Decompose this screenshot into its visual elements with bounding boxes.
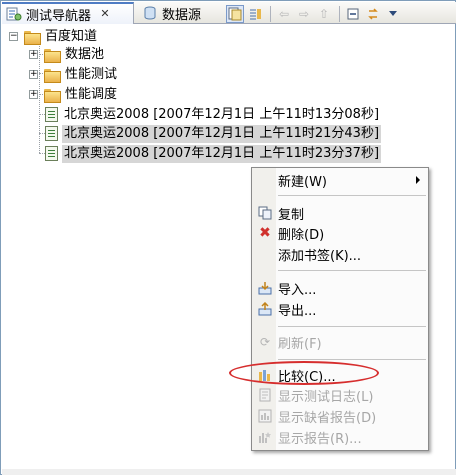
context-menu: 新建(W) 复制 ✖ 删除(D) 添加书签(K)... 导入... 导出... … — [251, 167, 429, 451]
copy-icon — [257, 205, 273, 221]
tree-item-label: 性能调度 — [65, 86, 118, 102]
menu-item-label: 添加书签(K)... — [278, 248, 362, 264]
menu-item-new[interactable]: 新建(W) — [252, 170, 428, 190]
tree-item-folder[interactable]: + 数据池 — [29, 45, 106, 64]
submenu-arrow-icon — [416, 176, 420, 184]
menu-item-label: 显示报告(R)... — [278, 431, 362, 447]
collapse-toggle-icon[interactable]: − — [9, 32, 18, 41]
tab-test-navigator[interactable]: 测试导航器 ✕ — [2, 2, 134, 24]
menu-item-refresh[interactable]: ⟳ 刷新(F) — [252, 332, 428, 352]
folder-icon — [44, 88, 61, 103]
tree-item-label: 性能测试 — [65, 66, 118, 82]
link-editor-icon[interactable] — [246, 5, 264, 23]
menu-item-copy[interactable]: 复制 — [252, 203, 428, 223]
view-menu-icon[interactable] — [384, 5, 402, 23]
delete-icon: ✖ — [259, 225, 271, 241]
view-toolbar: ⇦ ⇨ ⇧ — [226, 5, 404, 23]
tree-item-result[interactable]: 北京奥运2008 [2007年12月1日 上午11时21分43秒] — [45, 124, 382, 143]
report-icon — [257, 429, 273, 445]
navigator-icon — [6, 6, 22, 22]
tab-data-source-label: 数据源 — [162, 7, 202, 23]
test-result-icon — [45, 126, 58, 141]
menu-separator — [278, 359, 426, 360]
menu-separator — [278, 195, 426, 196]
navigator-view: 测试导航器 ✕ 数据源 ⇦ ⇨ ⇧ − 百度知道 + 数据池 + 性能测试 + … — [0, 0, 456, 475]
menu-item-add-bookmark[interactable]: 添加书签(K)... — [252, 244, 428, 264]
tab-data-source[interactable]: 数据源 — [138, 2, 218, 24]
menu-item-delete[interactable]: ✖ 删除(D) — [252, 223, 428, 243]
tree-item-label: 北京奥运2008 [2007年12月1日 上午11时21分43秒] — [62, 124, 382, 143]
tree-item-label: 百度知道 — [45, 28, 98, 44]
tree-item-result[interactable]: 北京奥运2008 [2007年12月1日 上午11时13分08秒] — [45, 105, 381, 124]
menu-separator — [278, 270, 426, 271]
toolbar-separator — [270, 6, 271, 22]
close-icon[interactable]: ✕ — [99, 8, 111, 20]
expand-toggle-icon[interactable]: + — [29, 90, 38, 99]
database-icon — [142, 5, 158, 21]
tree-item-result[interactable]: 北京奥运2008 [2007年12月1日 上午11时23分37秒] — [45, 144, 382, 163]
test-result-icon — [45, 146, 58, 161]
view-tab-bar: 测试导航器 ✕ 数据源 ⇦ ⇨ ⇧ — [2, 2, 456, 24]
menu-item-label: 删除(D) — [278, 227, 325, 243]
menu-item-label: 导入... — [278, 282, 317, 298]
menu-item-label: 显示缺省报告(D) — [278, 410, 377, 426]
menu-item-label: 显示测试日志(L) — [278, 389, 374, 405]
test-result-icon — [45, 107, 58, 122]
menu-item-show-test-log[interactable]: 显示测试日志(L) — [252, 385, 428, 405]
menu-item-show-default-report[interactable]: 显示缺省报告(D) — [252, 406, 428, 426]
expand-toggle-icon[interactable]: + — [29, 70, 38, 79]
menu-item-label: 比较(C)... — [278, 369, 336, 385]
forward-arrow-icon[interactable]: ⇨ — [295, 5, 313, 23]
minimize-icon[interactable] — [344, 5, 362, 23]
open-folder-icon — [24, 30, 41, 45]
menu-item-import[interactable]: 导入... — [252, 278, 428, 298]
menu-item-show-report[interactable]: 显示报告(R)... — [252, 427, 428, 447]
tab-test-navigator-label: 测试导航器 — [26, 8, 92, 24]
menu-separator — [278, 326, 426, 327]
export-icon — [257, 301, 273, 317]
tree-item-folder[interactable]: + 性能测试 — [29, 65, 119, 84]
test-log-icon — [257, 387, 273, 403]
tree-item-label: 数据池 — [65, 46, 105, 62]
tree-item-label: 北京奥运2008 [2007年12月1日 上午11时23分37秒] — [62, 144, 382, 163]
menu-item-compare[interactable]: 比较(C)... — [252, 365, 428, 385]
menu-item-export[interactable]: 导出... — [252, 299, 428, 319]
refresh-icon: ⟳ — [259, 335, 271, 349]
menu-item-label: 新建(W) — [278, 174, 327, 190]
compare-icon — [257, 367, 273, 383]
expand-toggle-icon[interactable]: + — [29, 50, 38, 59]
folder-icon — [44, 68, 61, 83]
folder-icon — [44, 48, 61, 63]
back-arrow-icon[interactable]: ⇦ — [275, 5, 293, 23]
default-report-icon — [257, 408, 273, 424]
up-arrow-icon[interactable]: ⇧ — [315, 5, 333, 23]
tree-item-folder[interactable]: + 性能调度 — [29, 85, 119, 104]
tree-item-label: 北京奥运2008 [2007年12月1日 上午11时13分08秒] — [64, 106, 380, 122]
import-icon — [257, 280, 273, 296]
tree-item-root[interactable]: − 百度知道 — [9, 27, 99, 46]
menu-item-label: 导出... — [278, 303, 317, 319]
menu-item-label: 刷新(F) — [278, 336, 322, 352]
sync-icon[interactable] — [364, 5, 382, 23]
bottom-edge — [2, 469, 456, 475]
collapse-all-icon[interactable] — [226, 5, 244, 23]
toolbar-separator — [339, 6, 340, 22]
menu-item-label: 复制 — [278, 207, 305, 223]
